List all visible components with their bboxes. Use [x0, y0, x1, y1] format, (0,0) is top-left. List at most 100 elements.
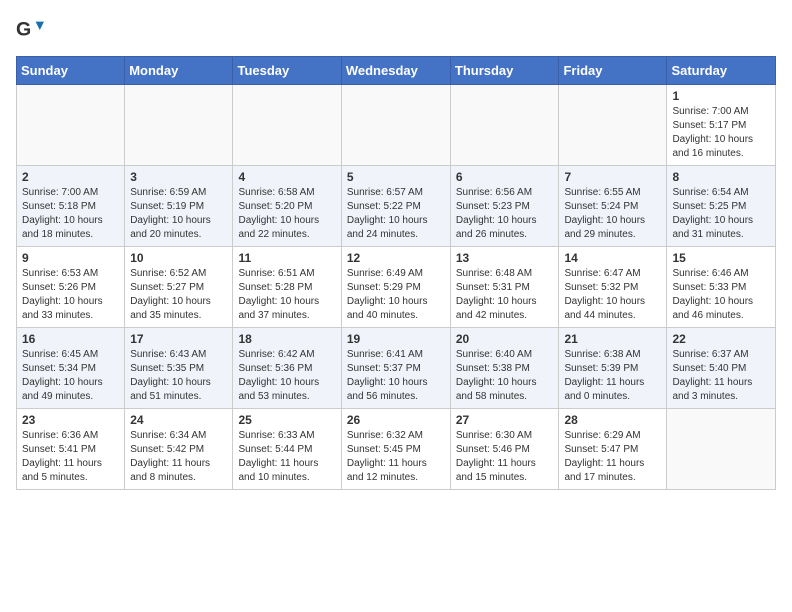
calendar-cell: 22 Sunrise: 6:37 AM Sunset: 5:40 PM Dayli…: [667, 328, 776, 409]
calendar-cell: [17, 85, 125, 166]
day-of-week-header: Thursday: [450, 57, 559, 85]
day-number: 3: [130, 170, 227, 184]
day-info: Sunrise: 6:53 AM Sunset: 5:26 PM Dayligh…: [22, 267, 119, 323]
calendar-cell: 27 Sunrise: 6:30 AM Sunset: 5:46 PM Dayli…: [450, 409, 559, 490]
calendar-cell: 4 Sunrise: 6:58 AM Sunset: 5:20 PM Daylig…: [233, 166, 341, 247]
calendar-cell: [450, 85, 559, 166]
day-number: 20: [456, 332, 554, 346]
day-of-week-header: Friday: [559, 57, 667, 85]
calendar-cell: 3 Sunrise: 6:59 AM Sunset: 5:19 PM Daylig…: [125, 166, 233, 247]
day-info: Sunrise: 6:41 AM Sunset: 5:37 PM Dayligh…: [347, 348, 445, 404]
day-number: 12: [347, 251, 445, 265]
calendar-cell: 18Sunrise: 6:42 AM Sunset: 5:36 PM Dayli…: [233, 328, 341, 409]
day-info: Sunrise: 6:45 AM Sunset: 5:34 PM Dayligh…: [22, 348, 119, 404]
day-info: Sunrise: 6:40 AM Sunset: 5:38 PM Dayligh…: [456, 348, 554, 404]
day-number: 5: [347, 170, 445, 184]
calendar-cell: 26 Sunrise: 6:32 AM Sunset: 5:45 PM Dayli…: [341, 409, 450, 490]
day-info: Sunrise: 6:29 AM Sunset: 5:47 PM Dayligh…: [564, 429, 661, 485]
calendar-week-row: 1 Sunrise: 7:00 AM Sunset: 5:17 PM Daylig…: [17, 85, 776, 166]
calendar-cell: 21Sunrise: 6:38 AM Sunset: 5:39 PM Dayli…: [559, 328, 667, 409]
day-number: 13: [456, 251, 554, 265]
day-number: 17: [130, 332, 227, 346]
day-info: Sunrise: 6:36 AM Sunset: 5:41 PM Dayligh…: [22, 429, 119, 485]
calendar-cell: 10 Sunrise: 6:52 AM Sunset: 5:27 PM Dayli…: [125, 247, 233, 328]
day-number: 27: [456, 413, 554, 427]
calendar-cell: 17 Sunrise: 6:43 AM Sunset: 5:35 PM Dayli…: [125, 328, 233, 409]
calendar-cell: 11 Sunrise: 6:51 AM Sunset: 5:28 PM Dayli…: [233, 247, 341, 328]
day-number: 21: [564, 332, 661, 346]
day-number: 11: [238, 251, 335, 265]
day-info: Sunrise: 6:49 AM Sunset: 5:29 PM Dayligh…: [347, 267, 445, 323]
day-info: Sunrise: 6:55 AM Sunset: 5:24 PM Dayligh…: [564, 186, 661, 242]
svg-text:G: G: [16, 19, 31, 41]
day-number: 24: [130, 413, 227, 427]
day-info: Sunrise: 7:00 AM Sunset: 5:17 PM Dayligh…: [672, 105, 770, 161]
day-info: Sunrise: 6:52 AM Sunset: 5:27 PM Dayligh…: [130, 267, 227, 323]
day-info: Sunrise: 6:57 AM Sunset: 5:22 PM Dayligh…: [347, 186, 445, 242]
day-of-week-header: Tuesday: [233, 57, 341, 85]
calendar-week-row: 2 Sunrise: 7:00 AM Sunset: 5:18 PM Daylig…: [17, 166, 776, 247]
day-info: Sunrise: 6:37 AM Sunset: 5:40 PM Dayligh…: [672, 348, 770, 404]
day-of-week-header: Monday: [125, 57, 233, 85]
calendar-cell: 23 Sunrise: 6:36 AM Sunset: 5:41 PM Dayli…: [17, 409, 125, 490]
calendar-cell: 13 Sunrise: 6:48 AM Sunset: 5:31 PM Dayli…: [450, 247, 559, 328]
day-number: 7: [564, 170, 661, 184]
calendar-cell: 1 Sunrise: 7:00 AM Sunset: 5:17 PM Daylig…: [667, 85, 776, 166]
calendar-week-row: 16Sunrise: 6:45 AM Sunset: 5:34 PM Dayli…: [17, 328, 776, 409]
page-header: G: [16, 16, 776, 44]
day-info: Sunrise: 6:34 AM Sunset: 5:42 PM Dayligh…: [130, 429, 227, 485]
day-info: Sunrise: 6:30 AM Sunset: 5:46 PM Dayligh…: [456, 429, 554, 485]
day-of-week-header: Wednesday: [341, 57, 450, 85]
calendar-cell: 24 Sunrise: 6:34 AM Sunset: 5:42 PM Dayli…: [125, 409, 233, 490]
calendar-cell: 9 Sunrise: 6:53 AM Sunset: 5:26 PM Daylig…: [17, 247, 125, 328]
day-number: 23: [22, 413, 119, 427]
calendar-cell: 15Sunrise: 6:46 AM Sunset: 5:33 PM Dayli…: [667, 247, 776, 328]
day-number: 28: [564, 413, 661, 427]
day-number: 25: [238, 413, 335, 427]
calendar-cell: 8Sunrise: 6:54 AM Sunset: 5:25 PM Daylig…: [667, 166, 776, 247]
day-info: Sunrise: 6:56 AM Sunset: 5:23 PM Dayligh…: [456, 186, 554, 242]
logo-icon: G: [16, 16, 44, 44]
day-info: Sunrise: 6:47 AM Sunset: 5:32 PM Dayligh…: [564, 267, 661, 323]
day-number: 8: [672, 170, 770, 184]
day-number: 4: [238, 170, 335, 184]
day-number: 2: [22, 170, 119, 184]
day-number: 19: [347, 332, 445, 346]
day-info: Sunrise: 6:51 AM Sunset: 5:28 PM Dayligh…: [238, 267, 335, 323]
calendar-cell: [341, 85, 450, 166]
day-info: Sunrise: 6:59 AM Sunset: 5:19 PM Dayligh…: [130, 186, 227, 242]
day-number: 15: [672, 251, 770, 265]
calendar-cell: 5 Sunrise: 6:57 AM Sunset: 5:22 PM Daylig…: [341, 166, 450, 247]
calendar-cell: [125, 85, 233, 166]
calendar-table: SundayMondayTuesdayWednesdayThursdayFrid…: [16, 56, 776, 490]
day-number: 10: [130, 251, 227, 265]
day-info: Sunrise: 6:33 AM Sunset: 5:44 PM Dayligh…: [238, 429, 335, 485]
day-of-week-header: Saturday: [667, 57, 776, 85]
day-number: 26: [347, 413, 445, 427]
calendar-cell: 16Sunrise: 6:45 AM Sunset: 5:34 PM Dayli…: [17, 328, 125, 409]
day-number: 14: [564, 251, 661, 265]
day-info: Sunrise: 6:43 AM Sunset: 5:35 PM Dayligh…: [130, 348, 227, 404]
calendar-cell: [667, 409, 776, 490]
day-number: 1: [672, 89, 770, 103]
calendar-cell: 20 Sunrise: 6:40 AM Sunset: 5:38 PM Dayli…: [450, 328, 559, 409]
day-info: Sunrise: 6:32 AM Sunset: 5:45 PM Dayligh…: [347, 429, 445, 485]
day-number: 18: [238, 332, 335, 346]
calendar-cell: 25 Sunrise: 6:33 AM Sunset: 5:44 PM Dayli…: [233, 409, 341, 490]
calendar-cell: 14 Sunrise: 6:47 AM Sunset: 5:32 PM Dayli…: [559, 247, 667, 328]
calendar-cell: 12 Sunrise: 6:49 AM Sunset: 5:29 PM Dayli…: [341, 247, 450, 328]
day-number: 22: [672, 332, 770, 346]
calendar-cell: 7 Sunrise: 6:55 AM Sunset: 5:24 PM Daylig…: [559, 166, 667, 247]
day-info: Sunrise: 6:48 AM Sunset: 5:31 PM Dayligh…: [456, 267, 554, 323]
calendar-week-row: 23 Sunrise: 6:36 AM Sunset: 5:41 PM Dayli…: [17, 409, 776, 490]
calendar-cell: 2 Sunrise: 7:00 AM Sunset: 5:18 PM Daylig…: [17, 166, 125, 247]
calendar-cell: 19 Sunrise: 6:41 AM Sunset: 5:37 PM Dayli…: [341, 328, 450, 409]
calendar-cell: 6 Sunrise: 6:56 AM Sunset: 5:23 PM Daylig…: [450, 166, 559, 247]
calendar-cell: [233, 85, 341, 166]
day-number: 9: [22, 251, 119, 265]
day-info: Sunrise: 6:58 AM Sunset: 5:20 PM Dayligh…: [238, 186, 335, 242]
day-number: 6: [456, 170, 554, 184]
calendar-cell: [559, 85, 667, 166]
day-info: Sunrise: 7:00 AM Sunset: 5:18 PM Dayligh…: [22, 186, 119, 242]
day-of-week-header: Sunday: [17, 57, 125, 85]
